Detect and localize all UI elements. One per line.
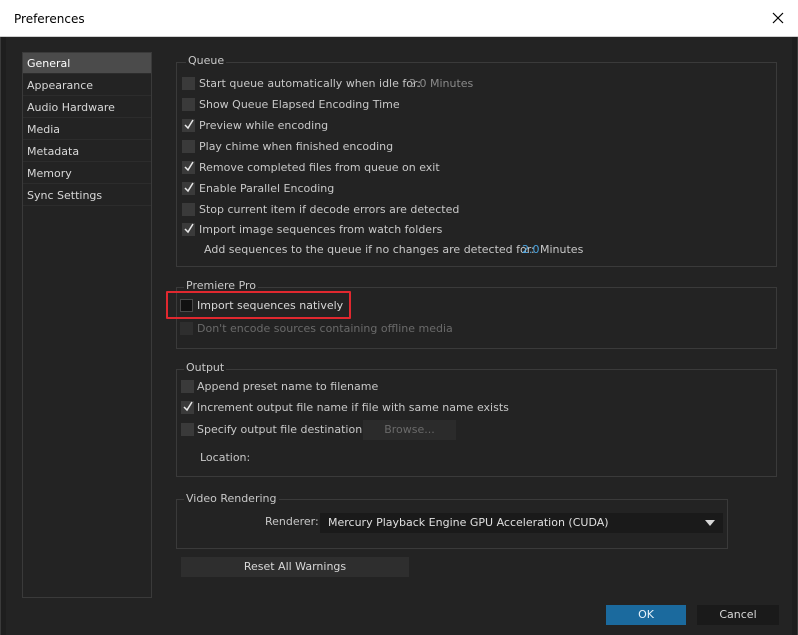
annotation-highlight-box: [166, 291, 351, 319]
checkmark-icon: [184, 161, 194, 172]
checkmark-icon: [183, 401, 193, 412]
renderer-label: Renderer:: [265, 515, 319, 528]
output-group-title: Output: [184, 361, 227, 374]
preview-encoding-label: Preview while encoding: [199, 119, 329, 132]
renderer-select[interactable]: Mercury Playback Engine GPU Acceleration…: [320, 513, 723, 533]
increment-filename-label: Increment output file name if file with …: [197, 401, 509, 414]
checkmark-icon: [184, 119, 194, 130]
start-queue-idle-label: Start queue automatically when idle for:: [199, 77, 422, 90]
location-label: Location:: [200, 451, 251, 464]
start-queue-idle-value[interactable]: 2.0 Minutes: [409, 75, 473, 93]
import-image-sequences-label: Import image sequences from watch folder…: [199, 223, 443, 236]
sidebar-item-audio-hardware[interactable]: Audio Hardware: [23, 97, 151, 118]
specify-destination-checkbox[interactable]: [181, 423, 194, 436]
add-sequences-label: Add sequences to the queue if no changes…: [204, 243, 535, 256]
chevron-down-icon: [705, 520, 715, 526]
checkmark-icon: [184, 182, 194, 193]
checkmark-icon: [184, 223, 194, 234]
sidebar-item-sync-settings[interactable]: Sync Settings: [23, 185, 151, 206]
parallel-encoding-label: Enable Parallel Encoding: [199, 182, 335, 195]
elapsed-time-checkbox[interactable]: [182, 98, 195, 111]
specify-destination-label: Specify output file destination:: [197, 423, 366, 436]
remove-completed-label: Remove completed files from queue on exi…: [199, 161, 440, 174]
sidebar-item-media[interactable]: Media: [23, 119, 151, 140]
reset-all-warnings-button[interactable]: Reset All Warnings: [181, 557, 409, 577]
video-rendering-group-title: Video Rendering: [184, 492, 279, 505]
offline-media-label: Don't encode sources containing offline …: [197, 322, 453, 335]
ok-button[interactable]: OK: [606, 605, 686, 625]
import-image-sequences-checkbox[interactable]: [182, 223, 195, 236]
increment-filename-checkbox[interactable]: [181, 401, 194, 414]
category-list: General Appearance Audio Hardware Media …: [22, 52, 152, 598]
preview-encoding-checkbox[interactable]: [182, 119, 195, 132]
stop-decode-errors-checkbox[interactable]: [182, 203, 195, 216]
append-preset-label: Append preset name to filename: [197, 380, 379, 393]
renderer-select-value: Mercury Playback Engine GPU Acceleration…: [328, 516, 609, 529]
remove-completed-checkbox[interactable]: [182, 161, 195, 174]
parallel-encoding-checkbox[interactable]: [182, 182, 195, 195]
sidebar-item-appearance[interactable]: Appearance: [23, 75, 151, 96]
sidebar-item-metadata[interactable]: Metadata: [23, 141, 151, 162]
queue-group-title: Queue: [186, 54, 227, 67]
sidebar-item-memory[interactable]: Memory: [23, 163, 151, 184]
append-preset-checkbox[interactable]: [181, 380, 194, 393]
window-title: Preferences: [14, 12, 85, 26]
elapsed-time-label: Show Queue Elapsed Encoding Time: [199, 98, 400, 111]
close-icon[interactable]: [768, 8, 788, 28]
play-chime-checkbox[interactable]: [182, 140, 195, 153]
browse-button[interactable]: Browse...: [363, 420, 456, 440]
cancel-button[interactable]: Cancel: [697, 605, 779, 625]
offline-media-checkbox[interactable]: [180, 322, 193, 335]
sidebar-item-general[interactable]: General: [23, 53, 151, 74]
title-bar: Preferences: [0, 0, 798, 37]
start-queue-idle-checkbox[interactable]: [182, 77, 195, 90]
window-border-left: [0, 37, 1, 635]
stop-decode-errors-label: Stop current item if decode errors are d…: [199, 203, 460, 216]
add-sequences-value[interactable]: 2.0: [522, 241, 540, 259]
play-chime-label: Play chime when finished encoding: [199, 140, 394, 153]
add-sequences-unit: Minutes: [540, 243, 584, 256]
